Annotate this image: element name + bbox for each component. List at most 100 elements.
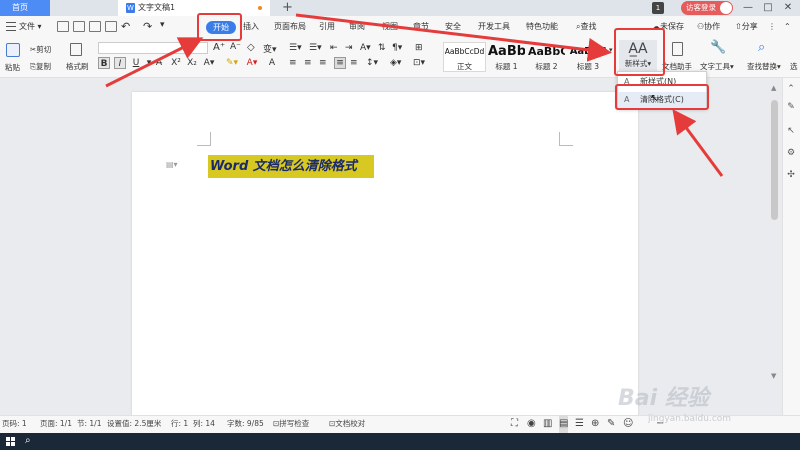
select-pointer-icon[interactable]: ↖ — [786, 126, 796, 136]
menu-developer[interactable]: 开发工具 — [478, 16, 510, 38]
style-heading-2[interactable]: AaBbC 标题 2 — [527, 42, 566, 72]
write-mode-icon[interactable]: ✎ — [607, 415, 615, 433]
read-mode-icon[interactable]: ▥ — [543, 415, 552, 433]
format-painter-button[interactable]: 格式刷 — [66, 61, 89, 72]
more-options-icon[interactable]: ⋮ — [768, 16, 776, 38]
clear-formatting-icon[interactable]: ◇ — [247, 42, 255, 53]
bullet-list-icon[interactable]: ☰▾ — [289, 43, 302, 53]
sidebar-collapse-icon[interactable]: ⌃ — [786, 84, 796, 94]
window-count-badge[interactable]: 1 — [652, 2, 664, 14]
table-icon[interactable]: ⊞ — [415, 43, 423, 53]
select-button[interactable]: 选 — [790, 61, 798, 72]
subscript-icon[interactable]: X₂ — [186, 57, 198, 69]
edit-icon[interactable]: ✎ — [786, 102, 796, 112]
strikethrough-icon[interactable]: A̶ — [153, 57, 165, 69]
collab-button[interactable]: ⚇协作 — [697, 16, 720, 38]
status-pages[interactable]: 页面: 1/1 — [40, 415, 72, 433]
superscript-icon[interactable]: X² — [170, 57, 182, 69]
show-marks-icon[interactable]: ¶▾ — [392, 43, 402, 53]
menu-security[interactable]: 安全 — [445, 16, 461, 38]
indent-icon[interactable]: ⇥ — [345, 43, 353, 53]
borders-icon[interactable]: ⊡▾ — [413, 58, 425, 68]
text-effect-icon[interactable]: A▾ — [203, 57, 215, 69]
more-chevron-icon[interactable]: ▾ — [160, 20, 165, 30]
scroll-down-icon[interactable]: ▼ — [771, 372, 776, 380]
hamburger-menu-icon[interactable] — [6, 22, 16, 31]
web-view-icon[interactable]: ⊕ — [591, 415, 599, 433]
page-view-icon[interactable]: ▤ — [559, 415, 569, 433]
line-spacing-icon[interactable]: ↕▾ — [366, 58, 378, 68]
tools-icon[interactable]: ✣ — [786, 170, 796, 180]
mascot-icon[interactable]: ☺ — [623, 415, 633, 433]
status-page[interactable]: 页码: 1 — [2, 415, 27, 433]
align-left-icon[interactable]: ≡ — [289, 58, 297, 68]
bold-button[interactable]: B — [98, 57, 110, 69]
status-section[interactable]: 节: 1/1 — [77, 415, 101, 433]
close-button[interactable]: ✕ — [778, 0, 798, 16]
chinese-layout-icon[interactable]: A▾ — [360, 43, 371, 53]
status-col[interactable]: 列: 14 — [193, 415, 215, 433]
fullscreen-icon[interactable]: ⛶ — [511, 415, 518, 433]
underline-button[interactable]: U — [130, 57, 142, 69]
tab-document[interactable]: W 文字文稿1 — [118, 0, 270, 16]
styles-more-icon[interactable]: ▾ — [609, 46, 613, 54]
phonetic-icon[interactable]: 变▾ — [263, 42, 277, 55]
eye-protect-icon[interactable]: ◉ — [527, 415, 536, 433]
scroll-up-icon[interactable]: ▲ — [771, 84, 776, 92]
format-painter-icon[interactable] — [70, 43, 82, 56]
new-tab-button[interactable]: + — [282, 0, 293, 16]
style-normal[interactable]: AaBbCcDd 正文 — [443, 42, 486, 72]
menu-search[interactable]: ⌕查找 — [576, 16, 596, 38]
spellcheck-button[interactable]: ⊡拼写检查 — [273, 415, 309, 433]
minimize-button[interactable]: — — [738, 0, 758, 16]
guest-login-button[interactable]: 访客登录 — [681, 1, 733, 15]
style-heading-1[interactable]: AaBb 标题 1 — [487, 42, 526, 72]
sort-icon[interactable]: ⇅ — [378, 43, 386, 53]
menu-insert[interactable]: 插入 — [243, 16, 259, 38]
restore-button[interactable]: □ — [758, 0, 778, 16]
paragraph-handle-icon[interactable]: ▤▾ — [166, 160, 178, 169]
scrollbar-thumb[interactable] — [771, 100, 778, 220]
undo-icon[interactable]: ↶ — [121, 20, 130, 33]
paste-icon[interactable] — [6, 43, 20, 57]
redo-icon[interactable]: ↷ — [143, 20, 152, 33]
paste-button[interactable]: 粘贴 — [5, 62, 20, 73]
font-color-icon[interactable]: A▾ — [246, 57, 258, 69]
font-dropdown-icon[interactable]: ▾ — [190, 42, 194, 51]
char-border-icon[interactable]: A — [266, 57, 278, 69]
menu-review[interactable]: 审阅 — [349, 16, 365, 38]
settings-sliders-icon[interactable]: ⚙ — [786, 148, 796, 158]
highlight-color-icon[interactable]: ✎▾ — [226, 57, 238, 69]
windows-start-icon[interactable] — [6, 437, 16, 447]
menu-chapter[interactable]: 章节 — [413, 16, 429, 38]
grow-font-icon[interactable]: A⁺ — [213, 42, 225, 53]
find-replace-button[interactable]: 查找替换▾ — [747, 61, 781, 72]
taskbar-search-icon[interactable]: ⌕ — [25, 435, 31, 447]
shrink-font-icon[interactable]: A⁻ — [230, 42, 241, 52]
status-row[interactable]: 行: 1 — [171, 415, 188, 433]
distributed-icon[interactable]: ≡ — [350, 58, 358, 68]
share-button[interactable]: ⇧分享 — [735, 16, 758, 38]
wrench-icon[interactable]: 🔧 — [710, 40, 726, 55]
doc-assistant-icon[interactable] — [672, 42, 683, 56]
proofread-button[interactable]: ⊡文档校对 — [329, 415, 365, 433]
align-center-icon[interactable]: ≡ — [304, 58, 312, 68]
outdent-icon[interactable]: ⇤ — [330, 43, 338, 53]
status-settings[interactable]: 设置值: 2.5厘米 — [107, 415, 161, 433]
justify-icon[interactable]: ≡ — [334, 57, 346, 69]
style-heading-3[interactable]: AaBbC 标题 3 — [567, 42, 609, 72]
cut-button[interactable]: ✂剪切 — [30, 44, 51, 55]
menu-file[interactable]: 文件 ▾ — [19, 16, 42, 38]
menu-view[interactable]: 视图 — [382, 16, 398, 38]
shading-icon[interactable]: ◈▾ — [390, 58, 401, 68]
export-pdf-icon[interactable] — [73, 21, 85, 32]
italic-button[interactable]: I — [114, 57, 126, 69]
status-word-count[interactable]: 字数: 9/85 — [227, 415, 264, 433]
menu-page-layout[interactable]: 页面布局 — [274, 16, 306, 38]
document-heading[interactable]: Word 文档怎么清除格式 — [208, 155, 374, 178]
find-icon[interactable]: ⌕ — [758, 40, 765, 55]
copy-button[interactable]: ⎘复制 — [30, 61, 51, 72]
numbered-list-icon[interactable]: ☰▾ — [309, 43, 322, 53]
save-icon[interactable] — [57, 21, 69, 32]
outline-view-icon[interactable]: ☰ — [575, 415, 584, 433]
